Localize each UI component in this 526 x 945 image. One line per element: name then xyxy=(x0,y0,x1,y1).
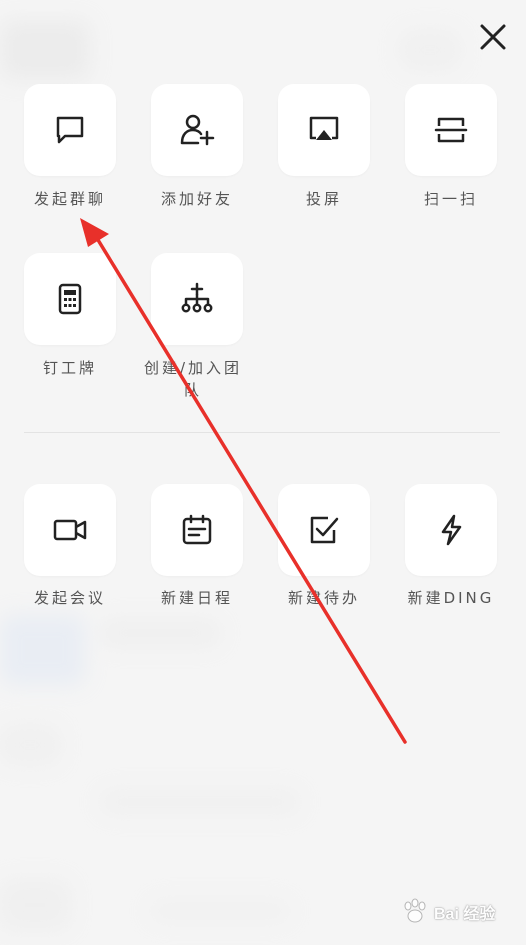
team-tree-icon xyxy=(181,282,213,313)
lightning-icon xyxy=(441,514,462,546)
work-badge-label: 钉工牌 xyxy=(42,359,97,377)
scan-button[interactable] xyxy=(405,84,497,176)
new-schedule-label: 新建日程 xyxy=(160,589,233,607)
add-friend-button[interactable] xyxy=(151,84,243,176)
baidu-jingyan-watermark: Bai 经验 xyxy=(400,888,520,936)
start-group-chat-button[interactable] xyxy=(24,84,116,176)
new-schedule-button[interactable] xyxy=(151,484,243,576)
new-todo-label: 新建待办 xyxy=(287,589,360,607)
screen-cast-icon xyxy=(309,116,339,140)
new-ding-button[interactable] xyxy=(405,484,497,576)
scan-label: 扫一扫 xyxy=(423,190,478,208)
screen-cast-button[interactable] xyxy=(278,84,370,176)
create-join-team-button[interactable] xyxy=(151,253,243,345)
scan-icon xyxy=(434,117,468,143)
start-meeting-button[interactable] xyxy=(24,484,116,576)
start-meeting-label: 发起会议 xyxy=(33,589,106,607)
checkbox-icon xyxy=(310,516,339,544)
start-group-chat-label: 发起群聊 xyxy=(33,190,106,208)
chat-bubble-icon xyxy=(56,116,84,144)
close-button[interactable] xyxy=(476,20,510,54)
add-user-icon xyxy=(180,114,215,146)
calendar-icon xyxy=(182,514,212,545)
section-divider xyxy=(24,432,500,433)
watermark-text: Bai 经验 xyxy=(434,906,496,923)
new-ding-label: 新建DING xyxy=(407,589,495,607)
screen-cast-label: 投屏 xyxy=(305,190,342,208)
close-icon xyxy=(480,24,506,50)
add-friend-label: 添加好友 xyxy=(160,190,233,208)
paw-logo-icon xyxy=(404,898,426,923)
new-todo-button[interactable] xyxy=(278,484,370,576)
create-join-team-label: 创建/加入团队 xyxy=(143,359,243,399)
work-badge-icon xyxy=(58,283,82,315)
work-badge-button[interactable] xyxy=(24,253,116,345)
video-camera-icon xyxy=(53,519,87,541)
